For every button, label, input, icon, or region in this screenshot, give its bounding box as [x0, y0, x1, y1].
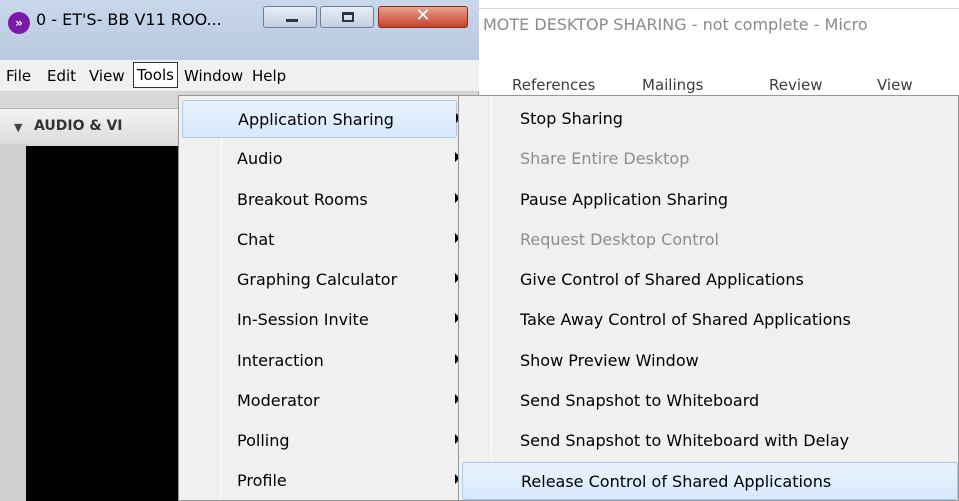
tools-item-breakout-rooms[interactable]: Breakout Rooms	[182, 181, 460, 219]
tools-item-moderator[interactable]: Moderator	[182, 382, 460, 420]
tools-item-audio[interactable]: Audio	[182, 140, 460, 178]
sharing-item-give-control[interactable]: Give Control of Shared Applications	[462, 261, 958, 299]
menu-item-label: Moderator	[237, 391, 320, 410]
menu-tools[interactable]: Tools	[133, 62, 178, 88]
menu-item-label: Interaction	[237, 351, 324, 370]
menu-item-label: Stop Sharing	[520, 109, 623, 128]
ribbon-tab-view[interactable]: View	[877, 76, 913, 94]
video-display	[26, 146, 186, 501]
menu-item-label: Profile	[237, 471, 287, 490]
close-button[interactable]: ✕	[378, 5, 468, 28]
sharing-item-take-away-control[interactable]: Take Away Control of Shared Applications	[462, 301, 958, 339]
minimize-button[interactable]	[263, 6, 317, 28]
menu-item-label: Graphing Calculator	[237, 270, 398, 289]
sharing-item-request-desktop-control: Request Desktop Control	[462, 221, 958, 259]
panel-title: AUDIO & VI	[34, 118, 123, 134]
maximize-icon	[342, 12, 354, 22]
tools-item-interaction[interactable]: Interaction	[182, 342, 460, 380]
sharing-item-stop-sharing[interactable]: Stop Sharing	[462, 100, 958, 138]
app-titlebar[interactable]: » 0 - ET'S- BB V11 ROO... ✕	[0, 0, 479, 60]
panel-gutter	[0, 144, 26, 501]
application-sharing-submenu: Stop Sharing Share Entire Desktop Pause …	[458, 95, 959, 501]
menu-item-label: Release Control of Shared Applications	[521, 472, 832, 491]
sharing-item-share-entire-desktop: Share Entire Desktop	[462, 140, 958, 178]
menu-edit[interactable]: Edit	[44, 65, 79, 87]
menu-item-label: Chat	[237, 230, 275, 249]
tools-item-polling[interactable]: Polling	[182, 422, 460, 460]
menu-item-label: Send Snapshot to Whiteboard	[520, 391, 760, 410]
menu-file[interactable]: File	[3, 65, 34, 87]
menu-item-label: Polling	[237, 431, 290, 450]
menu-item-label: Application Sharing	[238, 110, 394, 129]
sharing-item-send-snapshot-delay[interactable]: Send Snapshot to Whiteboard with Delay	[462, 422, 958, 460]
ribbon-tab-references[interactable]: References	[512, 76, 595, 94]
menu-item-label: Show Preview Window	[520, 351, 699, 370]
app-logo-icon: »	[8, 12, 30, 34]
maximize-button[interactable]	[320, 6, 374, 28]
tools-item-chat[interactable]: Chat	[182, 221, 460, 259]
menu-item-label: In-Session Invite	[237, 310, 369, 329]
menu-item-label: Give Control of Shared Applications	[520, 270, 804, 289]
app-window-title: 0 - ET'S- BB V11 ROO...	[36, 10, 222, 29]
collapse-triangle-icon[interactable]: ▼	[14, 121, 22, 134]
ribbon-tab-review[interactable]: Review	[769, 76, 823, 94]
tools-item-application-sharing[interactable]: Application Sharing	[182, 100, 461, 138]
menubar: File Edit View Tools Window Help	[0, 60, 479, 92]
menu-item-label: Take Away Control of Shared Applications	[520, 310, 851, 329]
close-icon: ✕	[415, 5, 431, 26]
menu-item-label: Breakout Rooms	[237, 190, 368, 209]
menu-item-label: Audio	[237, 149, 283, 168]
tools-item-graphing-calculator[interactable]: Graphing Calculator	[182, 261, 460, 299]
menu-help[interactable]: Help	[249, 65, 289, 87]
menu-item-label: Share Entire Desktop	[520, 149, 690, 168]
menu-window[interactable]: Window	[181, 65, 246, 87]
tools-dropdown-menu: Application Sharing Audio Breakout Rooms…	[178, 95, 461, 501]
sharing-item-release-control[interactable]: Release Control of Shared Applications	[462, 462, 958, 500]
ribbon-tab-mailings[interactable]: Mailings	[642, 76, 703, 94]
tools-item-profile[interactable]: Profile	[182, 462, 460, 500]
tools-item-in-session-invite[interactable]: In-Session Invite	[182, 301, 460, 339]
menu-item-label: Send Snapshot to Whiteboard with Delay	[520, 431, 850, 450]
menu-item-label: Request Desktop Control	[520, 230, 719, 249]
sharing-item-show-preview-window[interactable]: Show Preview Window	[462, 342, 958, 380]
menu-item-label: Pause Application Sharing	[520, 190, 729, 209]
menu-view[interactable]: View	[86, 65, 128, 87]
minimize-icon	[286, 19, 298, 22]
word-window-title: MOTE DESKTOP SHARING - not complete - Mi…	[479, 8, 959, 40]
sharing-item-send-snapshot[interactable]: Send Snapshot to Whiteboard	[462, 382, 958, 420]
sharing-item-pause-application-sharing[interactable]: Pause Application Sharing	[462, 181, 958, 219]
